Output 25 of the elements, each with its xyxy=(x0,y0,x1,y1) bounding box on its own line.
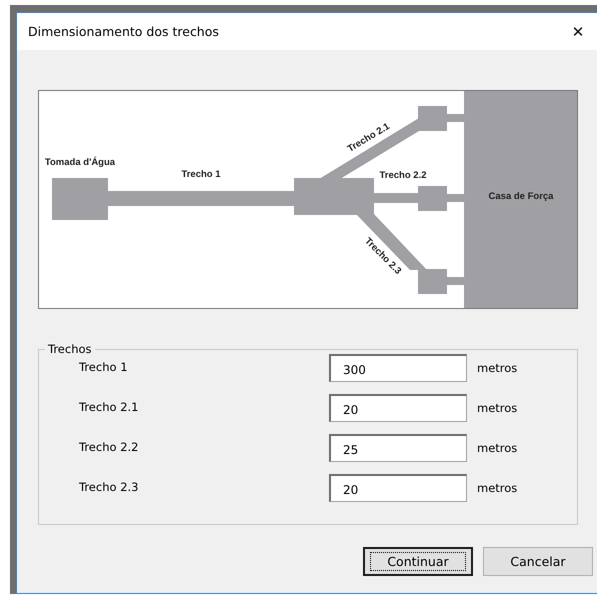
group-title: Trechos xyxy=(47,342,93,356)
valve-block xyxy=(418,269,447,294)
length-field[interactable]: 25 xyxy=(329,434,467,462)
pipe-label: Trecho 2.2 xyxy=(380,170,426,181)
valve-block xyxy=(418,106,447,131)
powerhouse-label: Casa de Força xyxy=(488,191,554,202)
intake-block xyxy=(52,178,108,220)
pipe-label: Trecho 1 xyxy=(181,169,221,180)
unit-label: metros xyxy=(477,440,518,455)
unit-label: metros xyxy=(477,400,518,415)
unit-label: metros xyxy=(477,480,518,495)
length-field[interactable]: 20 xyxy=(329,474,467,502)
length-field[interactable]: 300 xyxy=(329,354,467,382)
intake-label: Tomada d'Água xyxy=(44,157,116,168)
cancel-button[interactable]: Cancelar xyxy=(483,547,593,576)
unit-label: metros xyxy=(477,360,518,375)
field-label: Trecho 2.2 xyxy=(79,440,140,454)
close-icon[interactable]: ✕ xyxy=(559,22,597,40)
valve-block xyxy=(418,186,447,211)
length-field[interactable]: 20 xyxy=(329,394,467,422)
window-title: Dimensionamento dos trechos xyxy=(28,24,220,39)
field-label: Trecho 2.1 xyxy=(79,400,140,414)
continue-button[interactable]: Continuar xyxy=(363,547,473,576)
field-label: Trecho 1 xyxy=(79,360,129,374)
field-label: Trecho 2.3 xyxy=(79,480,140,494)
